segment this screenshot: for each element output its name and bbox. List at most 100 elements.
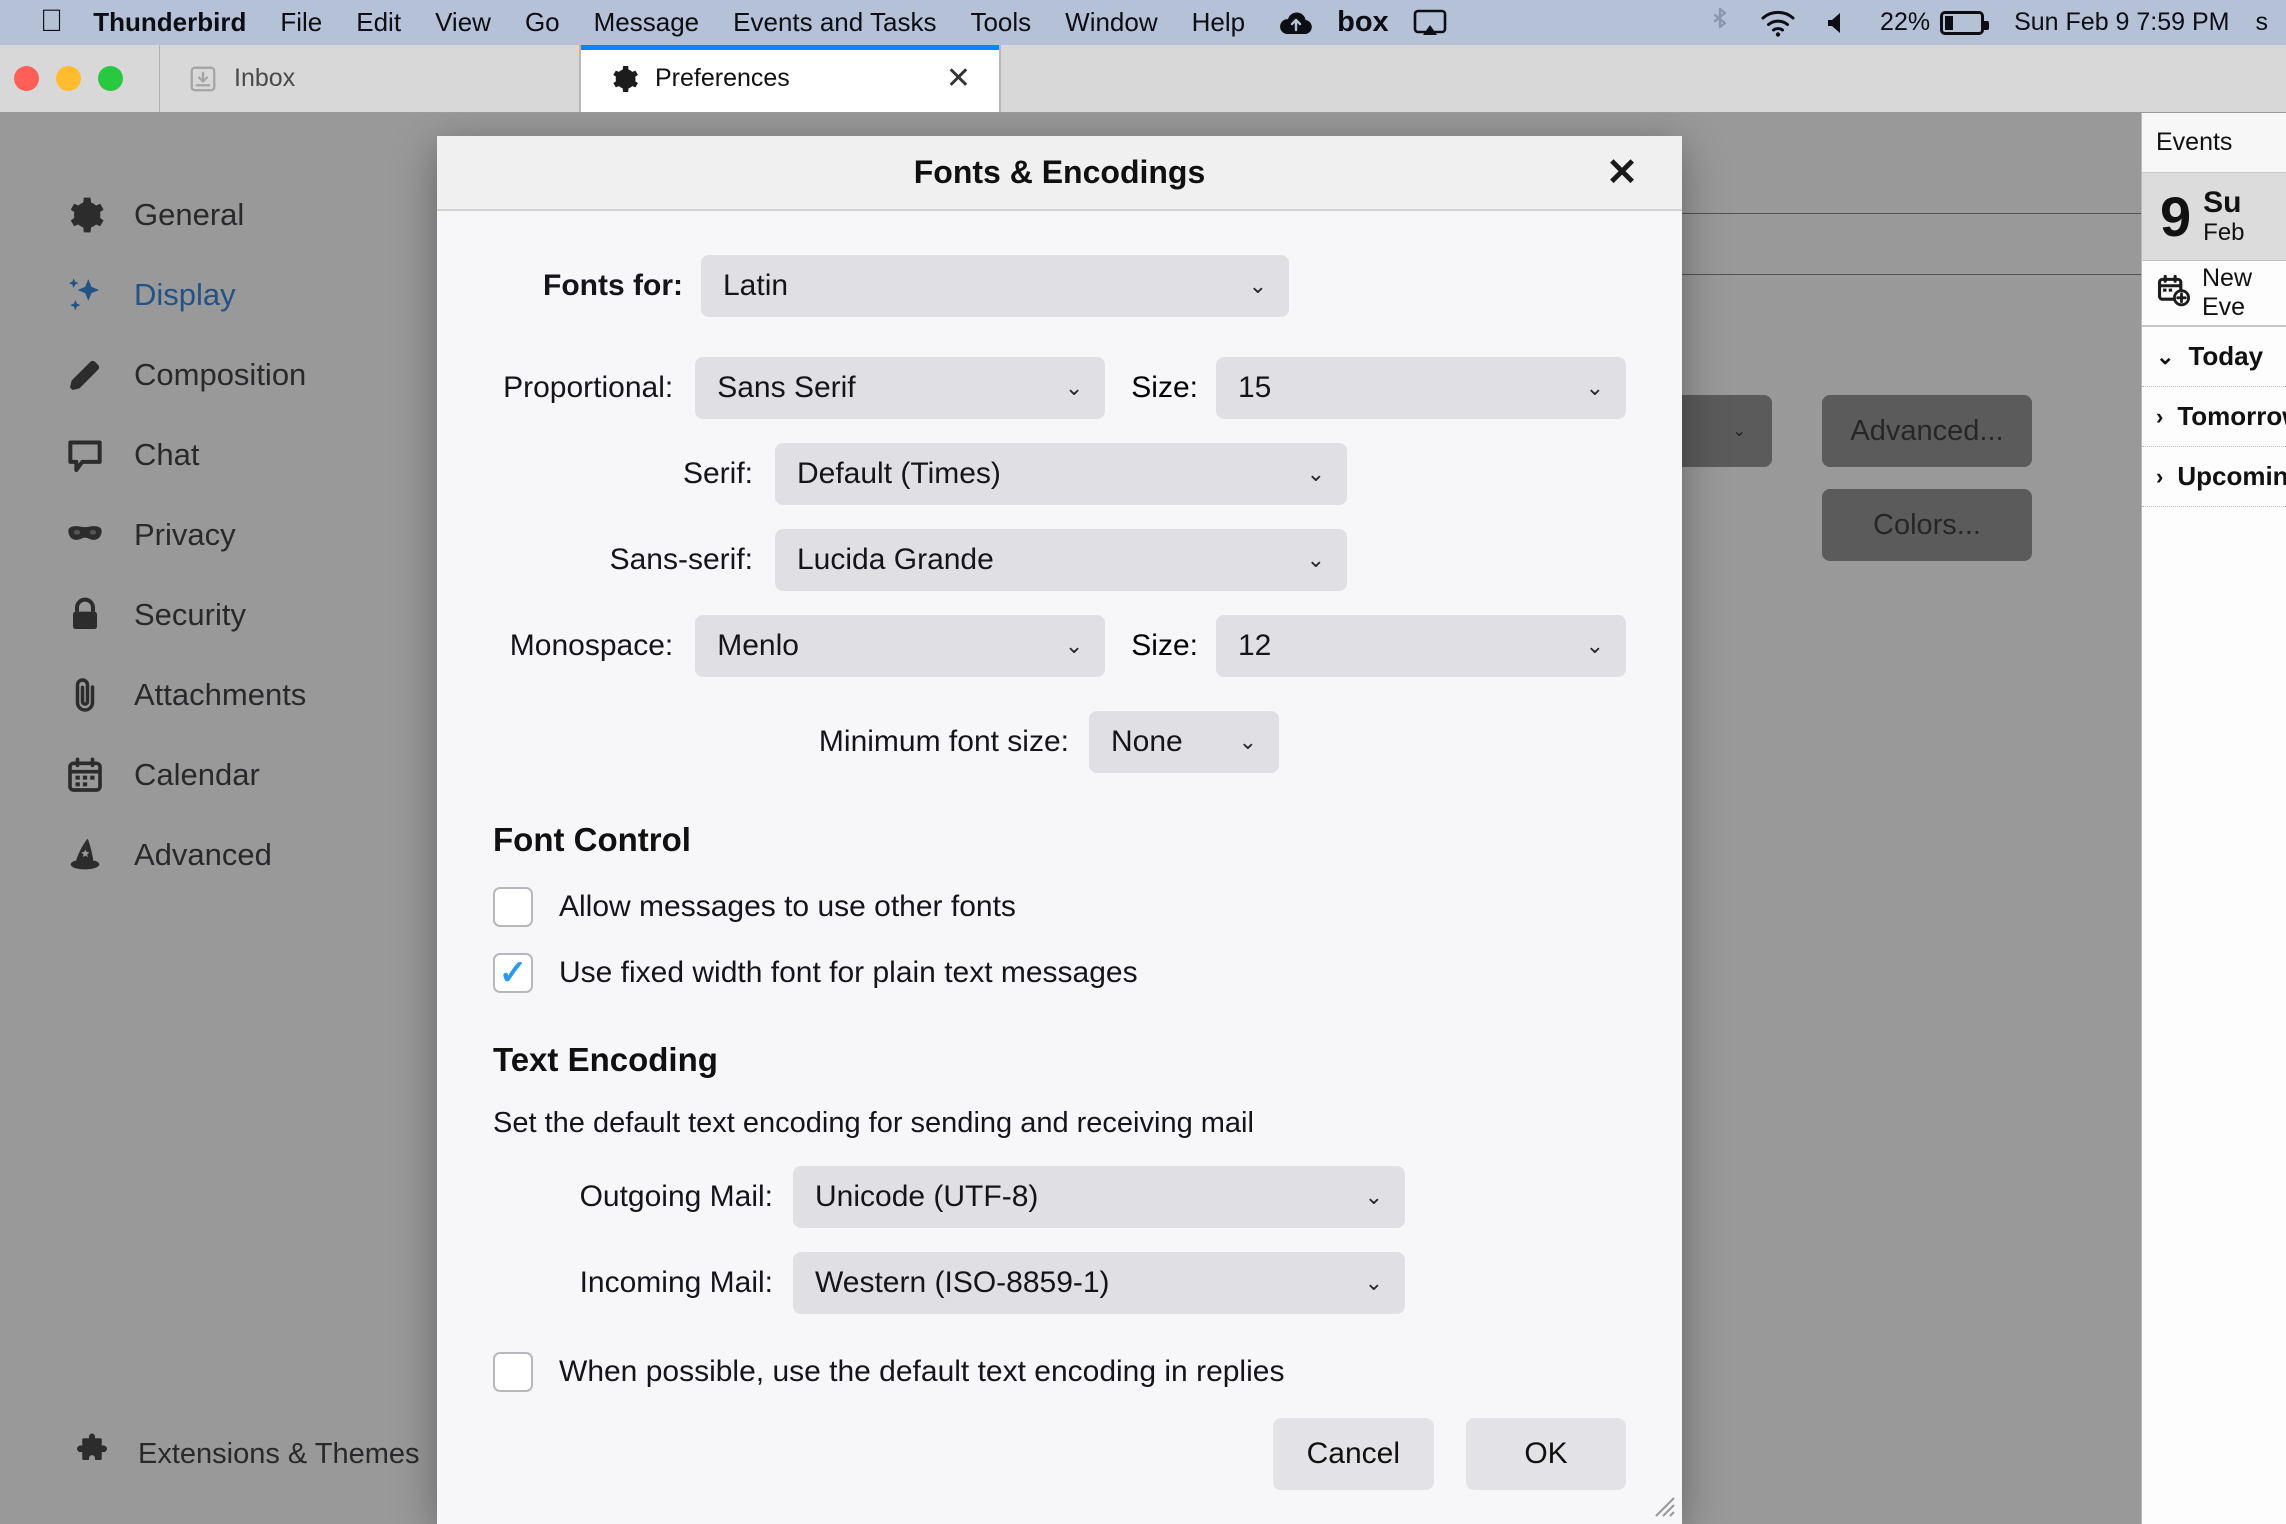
events-pane-header: Events — [2142, 113, 2286, 173]
new-event-label: New Eve — [2202, 264, 2253, 321]
chevron-down-icon: ⌄ — [1248, 273, 1267, 298]
minimum-font-size-row: Minimum font size: None ⌄ — [493, 711, 1626, 773]
default-encoding-replies-checkbox[interactable] — [493, 1352, 533, 1392]
events-group-label: Tomorrow — [2177, 401, 2286, 431]
menu-item-window[interactable]: Window — [1065, 7, 1157, 38]
close-icon[interactable]: ✕ — [1606, 154, 1638, 192]
minimum-font-size-value: None — [1111, 725, 1183, 758]
apple-logo-icon[interactable]:  — [40, 5, 63, 36]
new-event-button[interactable]: New Eve — [2142, 261, 2286, 327]
serif-font-row: Serif: Default (Times) ⌄ — [493, 443, 1626, 505]
default-encoding-replies-row[interactable]: When possible, use the default text enco… — [493, 1352, 1626, 1392]
fonts-for-select[interactable]: Latin ⌄ — [701, 255, 1289, 317]
events-day-number: 9 — [2160, 184, 2192, 248]
events-group-tomorrow[interactable]: › Tomorrow — [2142, 387, 2286, 447]
cancel-button[interactable]: Cancel — [1272, 1418, 1434, 1490]
monospace-size-value: 12 — [1237, 629, 1272, 662]
sans-serif-font-select[interactable]: Lucida Grande ⌄ — [775, 529, 1347, 591]
fonts-and-encodings-dialog: Fonts & Encodings ✕ Fonts for: Latin ⌄ P… — [437, 136, 1682, 1524]
menu-item-tools[interactable]: Tools — [970, 7, 1031, 38]
menu-item-go[interactable]: Go — [525, 7, 560, 38]
bluetooth-icon[interactable] — [1710, 7, 1730, 39]
proportional-size-value: 15 — [1237, 371, 1272, 404]
menu-item-events-and-tasks[interactable]: Events and Tasks — [733, 7, 936, 38]
proportional-size-select[interactable]: 15 ⌄ — [1215, 357, 1626, 419]
volume-icon[interactable] — [1826, 10, 1850, 36]
chevron-down-icon: ⌄ — [2156, 343, 2175, 369]
dialog-footer: Cancel OK — [437, 1418, 1682, 1490]
monospace-font-value: Menlo — [717, 629, 799, 662]
close-window-button[interactable] — [14, 66, 39, 91]
serif-font-value: Default (Times) — [797, 457, 1001, 490]
macos-menu-bar:  Thunderbird File Edit View Go Message … — [0, 0, 2286, 45]
resize-grip-icon[interactable] — [1646, 1488, 1676, 1518]
events-sidebar: Events 9 Su Feb New Eve ⌄ Today › Tomorr… — [2141, 113, 2286, 1524]
events-day-of-week: Su — [2203, 186, 2242, 220]
events-group-upcoming[interactable]: › Upcomin — [2142, 447, 2286, 507]
menubar-edge-text: s — [2255, 8, 2269, 36]
events-group-label: Today — [2188, 341, 2264, 371]
menu-item-file[interactable]: File — [280, 7, 322, 38]
serif-font-select[interactable]: Default (Times) ⌄ — [775, 443, 1347, 505]
box-icon[interactable]: box — [1337, 6, 1389, 39]
incoming-mail-row: Incoming Mail: Western (ISO-8859-1) ⌄ — [493, 1252, 1626, 1314]
events-group-today[interactable]: ⌄ Today — [2142, 327, 2286, 387]
proportional-font-value: Sans Serif — [717, 371, 856, 404]
battery-status[interactable]: 22% — [1880, 8, 1990, 37]
events-current-date: 9 Su Feb — [2142, 173, 2286, 261]
monospace-size-select[interactable]: 12 ⌄ — [1215, 615, 1626, 677]
monospace-font-row: Monospace: Menlo ⌄ Size: 12 ⌄ — [493, 615, 1626, 677]
tab-inbox[interactable]: Inbox — [160, 45, 580, 112]
tab-bar: Inbox Preferences ✕ — [0, 45, 2286, 113]
text-encoding-heading: Text Encoding — [493, 1041, 718, 1078]
allow-other-fonts-label: Allow messages to use other fonts — [559, 890, 1016, 923]
minimize-window-button[interactable] — [56, 66, 81, 91]
incoming-mail-label: Incoming Mail: — [579, 1266, 773, 1299]
proportional-font-row: Proportional: Sans Serif ⌄ Size: 15 ⌄ — [493, 357, 1626, 419]
monospace-size-label: Size: — [1131, 629, 1198, 662]
ok-button[interactable]: OK — [1466, 1418, 1626, 1490]
allow-other-fonts-row[interactable]: Allow messages to use other fonts — [493, 887, 1626, 927]
dialog-title-bar: Fonts & Encodings ✕ — [437, 136, 1682, 211]
outgoing-mail-value: Unicode (UTF-8) — [815, 1180, 1039, 1213]
calendar-add-icon — [2156, 273, 2190, 314]
menu-item-message[interactable]: Message — [594, 7, 700, 38]
chevron-down-icon: ⌄ — [1585, 375, 1604, 400]
minimum-font-size-label: Minimum font size: — [818, 725, 1069, 758]
chevron-right-icon: › — [2156, 463, 2164, 489]
close-icon[interactable]: ✕ — [946, 63, 971, 94]
menu-item-view[interactable]: View — [435, 7, 491, 38]
sans-serif-font-value: Lucida Grande — [797, 543, 994, 576]
maximize-window-button[interactable] — [98, 66, 123, 91]
airplay-icon[interactable] — [1413, 9, 1447, 37]
tab-preferences[interactable]: Preferences ✕ — [580, 45, 1000, 112]
proportional-label: Proportional: — [503, 371, 674, 404]
tab-preferences-label: Preferences — [655, 64, 790, 92]
menu-item-help[interactable]: Help — [1192, 7, 1245, 38]
wifi-icon[interactable] — [1760, 9, 1796, 37]
text-encoding-description: Set the default text encoding for sendin… — [493, 1107, 1254, 1139]
menu-item-edit[interactable]: Edit — [356, 7, 401, 38]
events-group-label: Upcomin — [2177, 461, 2286, 491]
cloud-upload-icon[interactable] — [1279, 10, 1313, 36]
minimum-font-size-select[interactable]: None ⌄ — [1089, 711, 1279, 773]
fixed-width-font-checkbox[interactable] — [493, 953, 533, 993]
menubar-clock[interactable]: Sun Feb 9 7:59 PM — [2014, 8, 2229, 37]
monospace-font-select[interactable]: Menlo ⌄ — [695, 615, 1106, 677]
inbox-icon — [188, 64, 218, 94]
fixed-width-font-row[interactable]: Use fixed width font for plain text mess… — [493, 953, 1626, 993]
incoming-mail-select[interactable]: Western (ISO-8859-1) ⌄ — [793, 1252, 1405, 1314]
chevron-down-icon: ⌄ — [1064, 633, 1084, 658]
proportional-font-select[interactable]: Sans Serif ⌄ — [695, 357, 1106, 419]
chevron-down-icon: ⌄ — [1238, 729, 1257, 754]
serif-label: Serif: — [682, 457, 753, 490]
tab-bar-empty-area — [1000, 45, 2286, 112]
outgoing-mail-select[interactable]: Unicode (UTF-8) ⌄ — [793, 1166, 1405, 1228]
tab-inbox-label: Inbox — [234, 64, 296, 92]
menu-item-thunderbird[interactable]: Thunderbird — [93, 7, 246, 38]
sans-serif-font-row: Sans-serif: Lucida Grande ⌄ — [493, 529, 1626, 591]
app-body: General Display Composition Chat — [0, 113, 2286, 1524]
allow-other-fonts-checkbox[interactable] — [493, 887, 533, 927]
font-control-heading: Font Control — [493, 821, 691, 858]
chevron-down-icon: ⌄ — [1306, 547, 1325, 572]
